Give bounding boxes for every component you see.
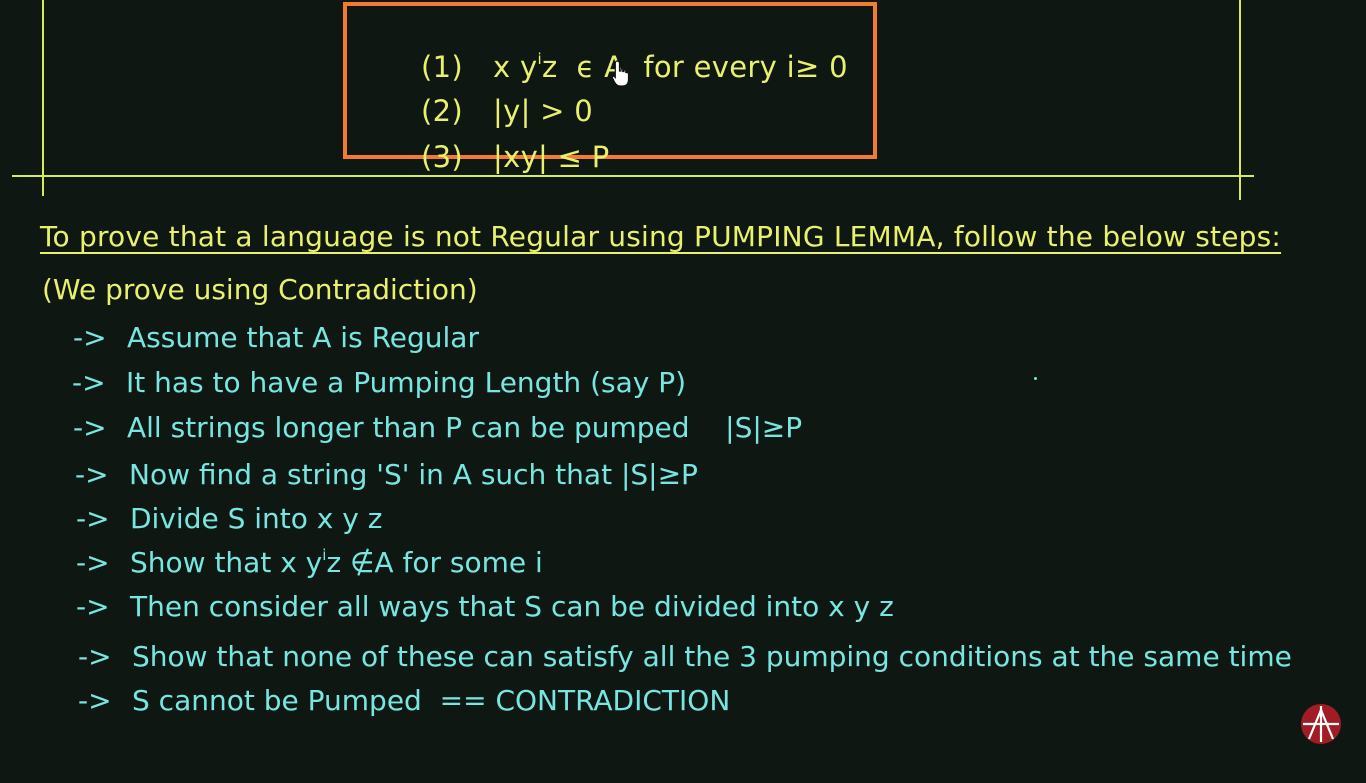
step-item: -> S cannot be Pumped == CONTRADICTION <box>78 684 730 783</box>
step-text-pre: Show that x y <box>130 546 323 579</box>
divider-line <box>12 175 1254 177</box>
step-text: All strings longer than P can be pumped … <box>127 411 803 444</box>
step-text: Divide S into x y z <box>130 502 383 535</box>
step-text-post: z ∉A for some i <box>326 546 543 579</box>
arrow-bullet: -> <box>75 458 109 491</box>
step-text: Show that none of these can satisfy all … <box>132 640 1292 673</box>
arrow-bullet: -> <box>72 366 106 399</box>
step-text: Show that x yiz ∉A for some i <box>130 546 543 579</box>
arrow-bullet: -> <box>73 321 107 354</box>
arrow-bullet: -> <box>76 546 110 579</box>
page-heading: To prove that a language is not Regular … <box>40 220 1282 253</box>
arrow-bullet: -> <box>78 684 112 717</box>
step-text: Then consider all ways that S can be div… <box>130 590 894 623</box>
step-superscript: i <box>322 545 327 564</box>
step-text: S cannot be Pumped == CONTRADICTION <box>132 684 731 717</box>
right-margin-line <box>1239 0 1241 200</box>
step-text: Now find a string 'S' in A such that |S|… <box>129 458 698 491</box>
arrow-bullet: -> <box>78 640 112 673</box>
condition-3: (3) |xy| ≤ P <box>402 106 610 174</box>
stray-dot <box>1034 377 1037 380</box>
arrow-bullet: -> <box>73 411 107 444</box>
page-subheading: (We prove using Contradiction) <box>42 273 478 306</box>
channel-logo-icon <box>1300 703 1342 749</box>
hand-pointer-icon <box>611 60 631 92</box>
step-text: Assume that A is Regular <box>127 321 479 354</box>
arrow-bullet: -> <box>76 590 110 623</box>
left-margin-line <box>42 0 44 196</box>
condition-text: |xy| ≤ P <box>493 140 610 174</box>
step-text: It has to have a Pumping Length (say P) <box>126 366 687 399</box>
arrow-bullet: -> <box>76 502 110 535</box>
condition-number: (3) <box>421 140 464 174</box>
